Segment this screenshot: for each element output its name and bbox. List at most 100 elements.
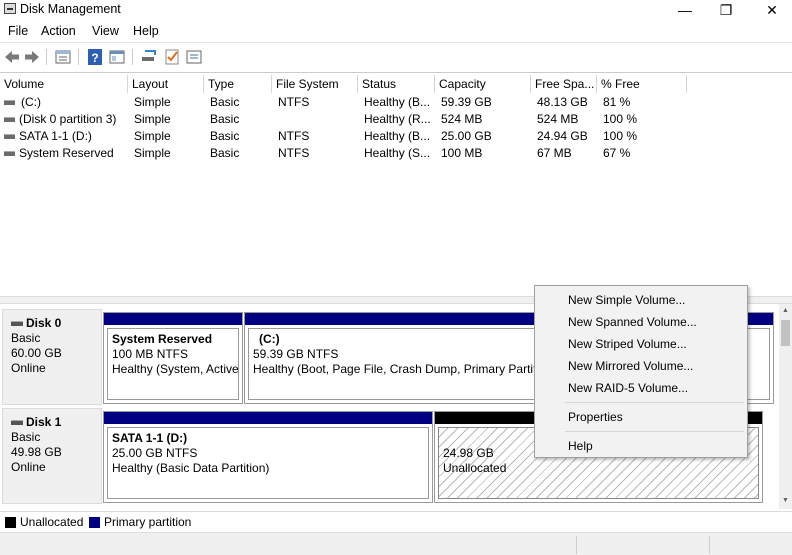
volume-layout: Simple — [134, 112, 171, 126]
disk-state: Online — [11, 361, 46, 375]
partition-name: System Reserved — [112, 332, 213, 346]
svg-text:?: ? — [91, 51, 98, 65]
status-divider — [576, 536, 577, 554]
volume-file-system: NTFS — [278, 95, 310, 109]
column-header-layout[interactable]: Layout — [128, 75, 204, 93]
menu-item-new-spanned-volume[interactable]: New Spanned Volume... — [568, 315, 697, 329]
volume-type: Basic — [210, 112, 240, 126]
disk-state: Online — [11, 460, 46, 474]
menu-action[interactable]: Action — [41, 24, 76, 38]
partition-d[interactable]: SATA 1-1 (D:) 25.00 GB NTFS Healthy (Bas… — [103, 411, 433, 503]
disk-1-label[interactable]: Disk 1 Basic 49.98 GB Online — [2, 408, 102, 504]
menu-item-new-raid5-volume[interactable]: New RAID-5 Volume... — [568, 381, 688, 395]
toolbar-separator — [46, 49, 47, 65]
volume-capacity: 100 MB — [441, 146, 483, 160]
volume-free-space: 67 MB — [537, 146, 572, 160]
disk-type: Basic — [11, 430, 41, 444]
legend-label-primary: Primary partition — [104, 515, 192, 529]
context-menu: New Simple Volume... New Spanned Volume.… — [534, 285, 748, 458]
forward-icon[interactable] — [23, 48, 41, 66]
menu-view[interactable]: View — [92, 24, 119, 38]
volume-icon — [4, 134, 15, 139]
disk-management-icon — [4, 3, 16, 14]
partition-status: Unallocated — [443, 461, 507, 475]
volume-icon — [4, 117, 15, 122]
scroll-down-icon[interactable]: ▼ — [782, 497, 789, 504]
disk-0-label[interactable]: Disk 0 Basic 60.00 GB Online — [2, 309, 102, 405]
volume-name: SATA 1-1 (D:) — [19, 129, 92, 143]
partition-bar — [104, 313, 242, 325]
table-row[interactable]: (Disk 0 partition 3) Simple Basic Health… — [0, 111, 792, 128]
table-row[interactable]: SATA 1-1 (D:) Simple Basic NTFS Healthy … — [0, 128, 792, 145]
volume-percent-free: 67 % — [603, 146, 631, 160]
volume-list[interactable]: Volume Layout Type File System Status Ca… — [0, 72, 792, 296]
menu-separator — [565, 402, 744, 403]
volume-type: Basic — [210, 146, 240, 160]
partition-body: SATA 1-1 (D:) 25.00 GB NTFS Healthy (Bas… — [107, 427, 429, 499]
volume-icon — [4, 151, 15, 156]
column-header-volume[interactable]: Volume — [0, 75, 128, 93]
menu-file[interactable]: File — [8, 24, 28, 38]
column-header-capacity[interactable]: Capacity — [435, 75, 531, 93]
vertical-scrollbar[interactable]: ▲ ▼ — [779, 304, 792, 509]
menu-item-help[interactable]: Help — [568, 439, 593, 453]
menu-item-new-simple-volume[interactable]: New Simple Volume... — [568, 293, 685, 307]
volume-file-system: NTFS — [278, 129, 310, 143]
close-button[interactable]: ✕ — [752, 0, 792, 20]
volume-layout: Simple — [134, 146, 171, 160]
partition-system-reserved[interactable]: System Reserved 100 MB NTFS Healthy (Sys… — [103, 312, 243, 404]
partition-status: Healthy (System, Active — [112, 362, 239, 376]
legend-label-unallocated: Unallocated — [20, 515, 84, 529]
menu-item-properties[interactable]: Properties — [568, 410, 623, 424]
maximize-button[interactable]: ❐ — [706, 0, 746, 20]
disk-name: Disk 1 — [26, 415, 62, 429]
menu-separator — [565, 431, 744, 432]
volume-percent-free: 100 % — [603, 129, 638, 143]
legend-swatch-unallocated — [5, 517, 16, 528]
scroll-up-icon[interactable]: ▲ — [782, 307, 789, 314]
properties-icon[interactable] — [54, 48, 72, 66]
partition-body: System Reserved 100 MB NTFS Healthy (Sys… — [107, 328, 239, 400]
list-icon[interactable] — [185, 48, 203, 66]
disk-type: Basic — [11, 331, 41, 345]
partition-bar — [104, 412, 432, 424]
legend: Unallocated Primary partition — [0, 511, 792, 531]
check-icon[interactable] — [163, 48, 181, 66]
column-header-file-system[interactable]: File System — [272, 75, 358, 93]
table-row[interactable]: (C:) Simple Basic NTFS Healthy (B... 59.… — [0, 94, 792, 111]
volume-free-space: 48.13 GB — [537, 95, 588, 109]
menu-item-new-striped-volume[interactable]: New Striped Volume... — [568, 337, 687, 351]
partition-status: Healthy (Basic Data Partition) — [112, 461, 270, 475]
disk-size: 49.98 GB — [11, 445, 62, 459]
toolbar-separator — [132, 49, 133, 65]
menu-item-new-mirrored-volume[interactable]: New Mirrored Volume... — [568, 359, 693, 373]
column-header-type[interactable]: Type — [204, 75, 272, 93]
legend-swatch-primary — [89, 517, 100, 528]
title-bar: Disk Management — ❐ ✕ — [0, 0, 792, 20]
volume-status: Healthy (B... — [364, 95, 431, 109]
rescan-icon[interactable] — [140, 48, 158, 66]
column-header-free-space[interactable]: Free Spa... — [531, 75, 597, 93]
volume-layout: Simple — [134, 129, 171, 143]
disk-icon — [11, 420, 23, 426]
help-icon[interactable]: ? — [86, 48, 104, 66]
volume-capacity: 524 MB — [441, 112, 483, 126]
disk-name: Disk 0 — [26, 316, 62, 330]
volume-percent-free: 81 % — [603, 95, 631, 109]
volume-status: Healthy (B... — [364, 129, 431, 143]
console-icon[interactable] — [108, 48, 126, 66]
column-header-status[interactable]: Status — [358, 75, 435, 93]
volume-percent-free: 100 % — [603, 112, 638, 126]
back-icon[interactable] — [3, 48, 21, 66]
volume-capacity: 59.39 GB — [441, 95, 492, 109]
scrollbar-thumb[interactable] — [781, 320, 790, 346]
volume-status: Healthy (R... — [364, 112, 431, 126]
column-header-percent-free[interactable]: % Free — [597, 75, 687, 93]
minimize-button[interactable]: — — [665, 0, 705, 20]
disk-size: 60.00 GB — [11, 346, 62, 360]
partition-name: SATA 1-1 (D:) — [112, 431, 188, 445]
volume-capacity: 25.00 GB — [441, 129, 492, 143]
menu-help[interactable]: Help — [133, 24, 159, 38]
volume-icon — [4, 100, 15, 105]
table-row[interactable]: System Reserved Simple Basic NTFS Health… — [0, 145, 792, 162]
